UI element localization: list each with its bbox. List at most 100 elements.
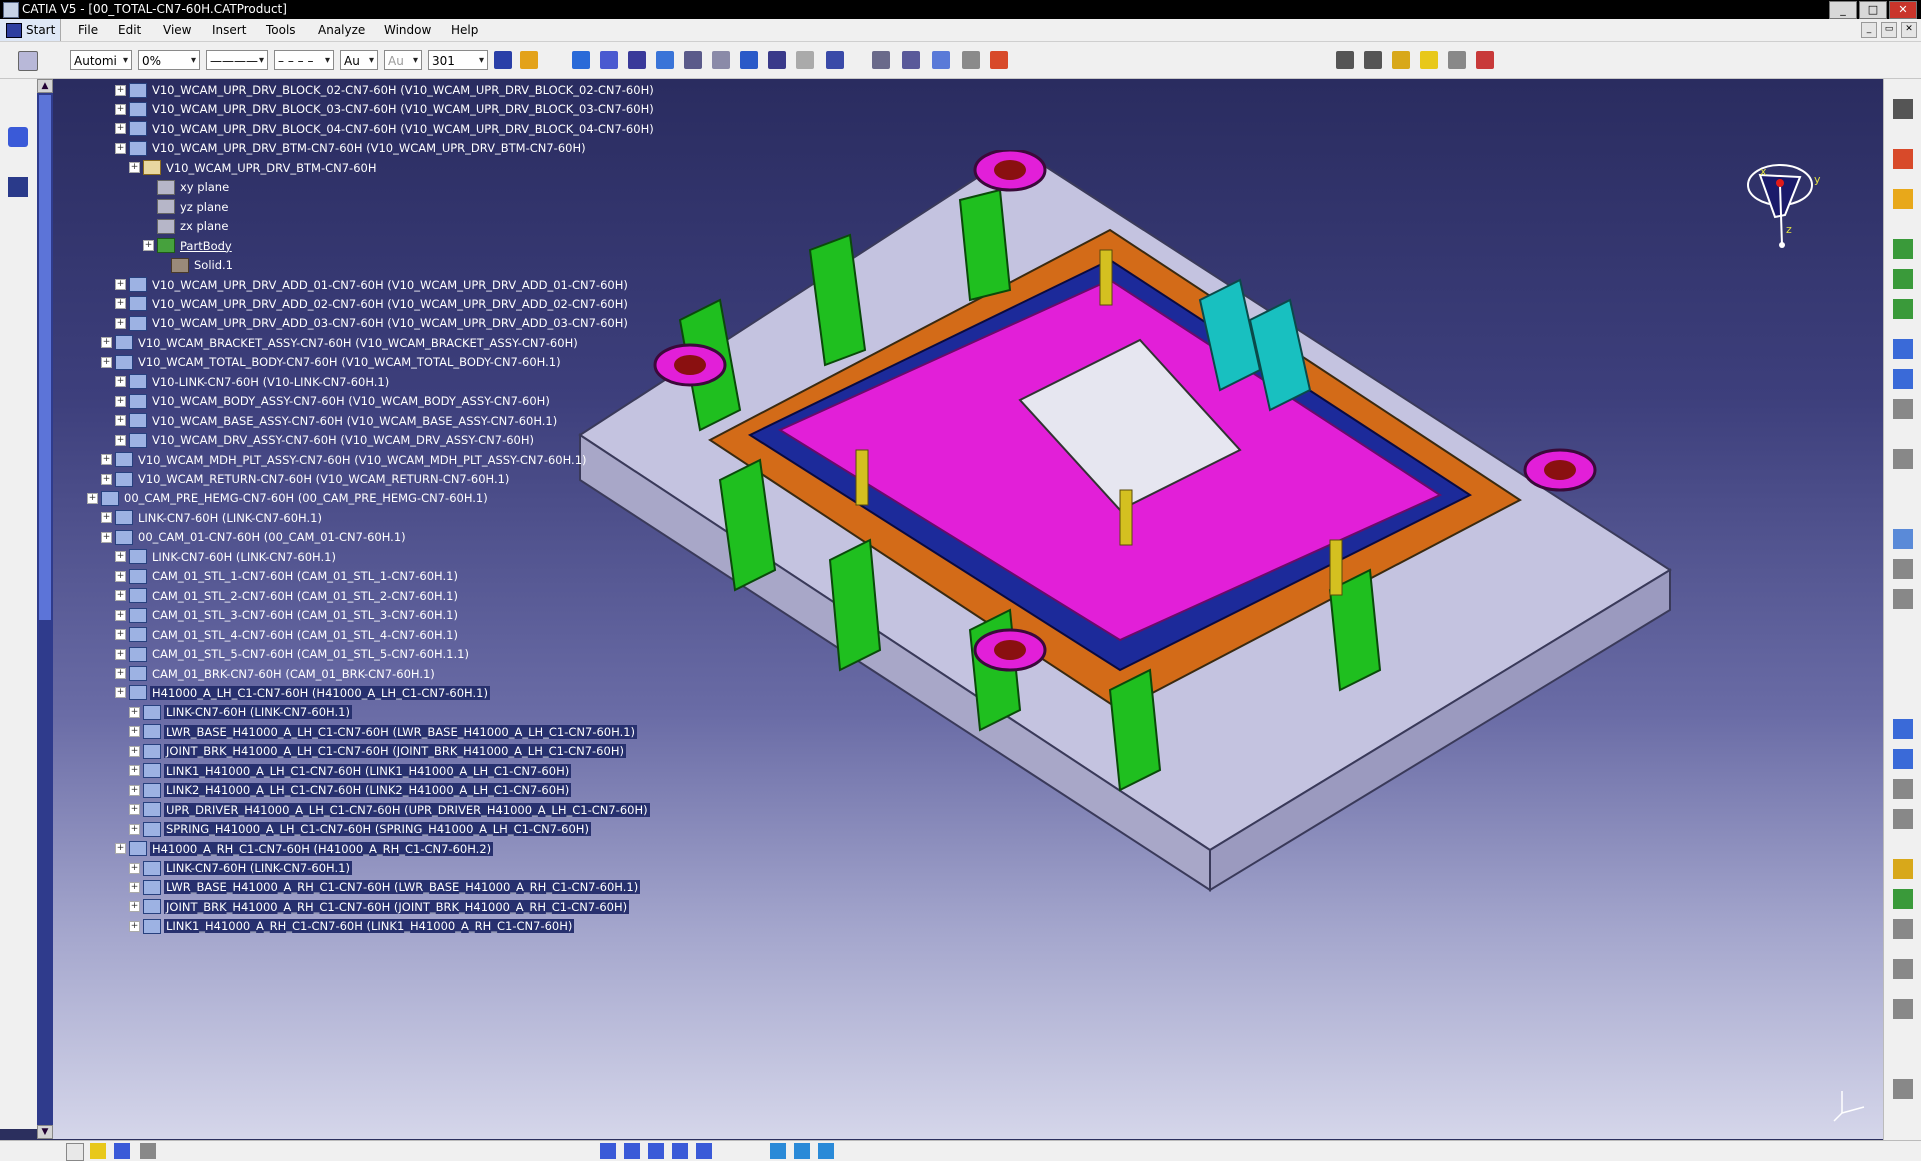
offset-icon[interactable] — [1893, 719, 1913, 739]
angle-icon[interactable] — [1893, 749, 1913, 769]
product-structure-icon[interactable] — [18, 51, 38, 71]
rotate-icon[interactable] — [1893, 999, 1913, 1019]
tree-node[interactable]: + JOINT_BRK_H41000_A_LH_C1-CN7-60H (JOINT… — [129, 742, 626, 760]
tree-node[interactable]: +00_CAM_01-CN7-60H (00_CAM_01-CN7-60H.1) — [101, 528, 408, 546]
expand-toggle-icon[interactable]: + — [115, 629, 126, 641]
expand-toggle-icon[interactable]: + — [101, 531, 112, 543]
expand-toggle-icon[interactable]: + — [115, 551, 126, 563]
expand-toggle-icon[interactable]: + — [115, 103, 126, 115]
reuse-pattern-icon[interactable] — [1893, 809, 1913, 829]
close-button[interactable]: ✕ — [1889, 1, 1917, 19]
calc-icon[interactable] — [1448, 51, 1466, 69]
expand-toggle-icon[interactable]: + — [115, 434, 126, 446]
explode-icon[interactable] — [628, 51, 646, 69]
insert-part-icon[interactable] — [1893, 299, 1913, 319]
publish-icon[interactable] — [990, 51, 1008, 69]
tree-node[interactable]: yz plane — [143, 198, 230, 216]
painter-icon[interactable] — [520, 51, 538, 69]
insert-component-icon[interactable] — [1893, 269, 1913, 289]
tree-node[interactable]: + LWR_BASE_H41000_A_RH_C1-CN7-60H (LWR_BA… — [129, 878, 641, 896]
tree-node[interactable]: + V10_WCAM_UPR_DRV_ADD_02-CN7-60H (V10_WC… — [115, 295, 630, 313]
expand-toggle-icon[interactable]: + — [129, 726, 140, 738]
manipulate-icon[interactable] — [656, 51, 674, 69]
cube-icon[interactable] — [600, 51, 618, 69]
tree-node[interactable]: + V10_WCAM_TOTAL_BODY-CN7-60H (V10_WCAM_T… — [101, 353, 563, 371]
expand-toggle-icon[interactable]: + — [101, 473, 112, 485]
expand-toggle-icon[interactable]: + — [115, 123, 126, 135]
expand-toggle-icon[interactable]: + — [115, 570, 126, 582]
tree-node[interactable]: + LINK2_H41000_A_LH_C1-CN7-60H (LINK2_H41… — [129, 781, 572, 799]
transparency-combo[interactable]: 0% — [138, 50, 200, 71]
tree-node[interactable]: + V10_WCAM_DRV_ASSY-CN7-60H (V10_WCAM_DRV… — [115, 431, 536, 449]
undo-icon[interactable] — [796, 51, 814, 69]
tree-node[interactable]: + CAM_01_STL_5-CN7-60H (CAM_01_STL_5-CN7-… — [115, 645, 471, 663]
expand-toggle-icon[interactable]: + — [115, 687, 126, 699]
tree-node[interactable]: + V10_WCAM_UPR_DRV_ADD_03-CN7-60H (V10_WC… — [115, 314, 630, 332]
rotate-view-icon[interactable] — [648, 1143, 664, 1159]
doc-close-button[interactable]: ✕ — [1901, 22, 1917, 38]
tree-scrollbar[interactable]: ▲ ▼ — [37, 79, 53, 1139]
expand-toggle-icon[interactable]: + — [129, 920, 140, 932]
expand-toggle-icon[interactable]: + — [115, 317, 126, 329]
manipulation-icon[interactable] — [1893, 449, 1913, 469]
tree-node[interactable]: + LINK-CN7-60H (LINK-CN7-60H.1) — [101, 509, 324, 527]
bilt-icon[interactable] — [1392, 51, 1410, 69]
update-icon[interactable] — [1893, 779, 1913, 799]
zoom-in-icon[interactable] — [672, 1143, 688, 1159]
weld-icon[interactable] — [962, 51, 980, 69]
tree-node[interactable]: + V10_WCAM_UPR_DRV_BLOCK_04-CN7-60H (V10_… — [115, 120, 656, 138]
tree-node[interactable]: + V10-LINK-CN7-60H (V10-LINK-CN7-60H.1) — [115, 373, 391, 391]
dimension-icon[interactable] — [932, 51, 950, 69]
expand-toggle-icon[interactable]: + — [115, 279, 126, 290]
lineweight-combo[interactable]: – – – – — [274, 50, 334, 71]
measure-icon[interactable] — [872, 51, 890, 69]
fix-icon[interactable] — [1893, 529, 1913, 549]
tree-node[interactable]: + CAM_01_STL_4-CN7-60H (CAM_01_STL_4-CN7-… — [115, 626, 460, 644]
expand-toggle-icon[interactable]: + — [101, 356, 112, 368]
tree-node[interactable]: +00_CAM_PRE_HEMG-CN7-60H (00_CAM_PRE_HEM… — [87, 489, 490, 507]
doc-minimize-button[interactable]: _ — [1861, 22, 1877, 38]
tree-node[interactable]: + LINK-CN7-60H (LINK-CN7-60H.1) — [129, 859, 352, 877]
workbench-icon[interactable] — [8, 127, 28, 147]
expand-toggle-icon[interactable]: + — [129, 881, 140, 893]
maximize-button[interactable]: □ — [1859, 1, 1887, 19]
scene-icon[interactable] — [1893, 959, 1913, 979]
tree-node[interactable]: + LINK-CN7-60H (LINK-CN7-60H.1) — [115, 548, 338, 566]
scroll-down-button[interactable]: ▼ — [37, 1125, 53, 1139]
expand-toggle-icon[interactable]: + — [101, 337, 112, 349]
existing-component-icon[interactable] — [1893, 339, 1913, 359]
expand-toggle-icon[interactable]: + — [129, 901, 140, 913]
zoom-out-icon[interactable] — [696, 1143, 712, 1159]
expand-toggle-icon[interactable]: + — [115, 668, 126, 679]
expand-toggle-icon[interactable]: + — [115, 298, 126, 310]
tree-node[interactable]: + H41000_A_RH_C1-CN7-60H (H41000_A_RH_C1-… — [115, 840, 494, 858]
tree-node[interactable]: zx plane — [143, 217, 230, 235]
menu-analyze[interactable]: Analyze — [318, 23, 365, 37]
compass-tool-icon[interactable] — [8, 177, 28, 197]
save-icon[interactable] — [114, 1143, 130, 1159]
start-menu[interactable]: Start — [0, 19, 61, 41]
expand-toggle-icon[interactable]: + — [115, 648, 126, 660]
tree-node[interactable]: + LWR_BASE_H41000_A_LH_C1-CN7-60H (LWR_BA… — [129, 723, 638, 741]
sketch-icon[interactable] — [1893, 99, 1913, 119]
linetype-combo[interactable]: ———— — [206, 50, 268, 71]
tree-node[interactable]: + V10_WCAM_BODY_ASSY-CN7-60H (V10_WCAM_BO… — [115, 392, 552, 410]
expand-toggle-icon[interactable]: + — [115, 395, 126, 407]
menu-insert[interactable]: Insert — [212, 23, 246, 37]
expand-toggle-icon[interactable]: + — [129, 765, 140, 777]
minimize-button[interactable]: _ — [1829, 1, 1857, 19]
distance-icon[interactable] — [1893, 919, 1913, 939]
tree-node[interactable]: + V10_WCAM_MDH_PLT_ASSY-CN7-60H (V10_WCAM… — [101, 451, 589, 469]
expand-toggle-icon[interactable]: + — [115, 590, 126, 602]
expand-toggle-icon[interactable]: + — [129, 706, 140, 718]
tree-node[interactable]: Solid.1 — [157, 256, 235, 274]
expand-toggle-icon[interactable]: + — [115, 376, 126, 388]
select-icon[interactable] — [1893, 189, 1913, 209]
expand-toggle-icon[interactable]: + — [101, 454, 112, 466]
tree-node[interactable]: + V10_WCAM_UPR_DRV_ADD_01-CN7-60H (V10_WC… — [115, 276, 630, 294]
layer-combo[interactable]: Au — [340, 50, 378, 71]
tree-node[interactable]: + V10_WCAM_RETURN-CN7-60H (V10_WCAM_RETUR… — [101, 470, 511, 488]
shading-icon[interactable] — [794, 1143, 810, 1159]
expand-toggle-icon[interactable]: + — [115, 415, 126, 427]
expand-toggle-icon[interactable]: + — [129, 162, 140, 174]
